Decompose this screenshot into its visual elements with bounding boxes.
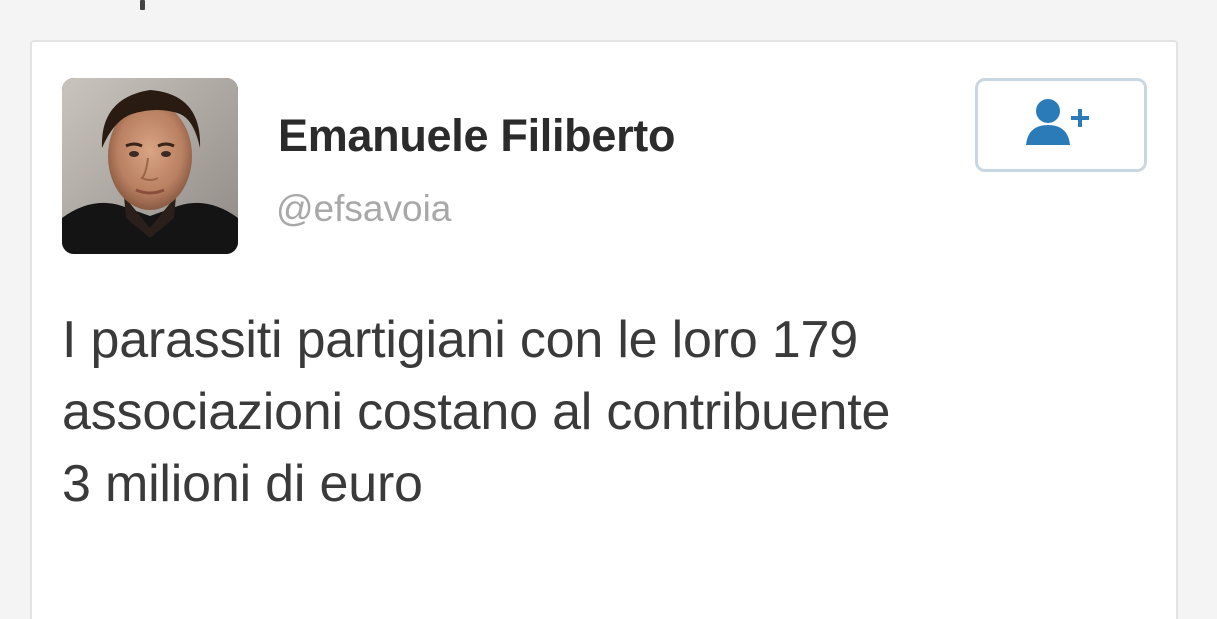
add-user-icon [1018,95,1108,155]
tweet-card: Emanuele Filiberto @efsavoia I parassiti… [30,40,1178,619]
top-edge-mark [140,0,145,10]
profile-photo-icon [62,78,238,254]
tweet-text-line: associazioni costano al contribuente [62,383,891,441]
follow-button[interactable] [975,78,1147,172]
screenshot-page: Emanuele Filiberto @efsavoia I parassiti… [0,0,1217,619]
author-display-name[interactable]: Emanuele Filiberto [278,110,675,162]
tweet-text-line: 3 milioni di euro [62,455,423,513]
author-handle[interactable]: @efsavoia [276,188,451,230]
tweet-text: I parassiti partigiani con le loro 179 a… [62,304,1142,520]
tweet-text-line: I parassiti partigiani con le loro 179 [62,311,858,369]
author-avatar[interactable] [62,78,238,254]
